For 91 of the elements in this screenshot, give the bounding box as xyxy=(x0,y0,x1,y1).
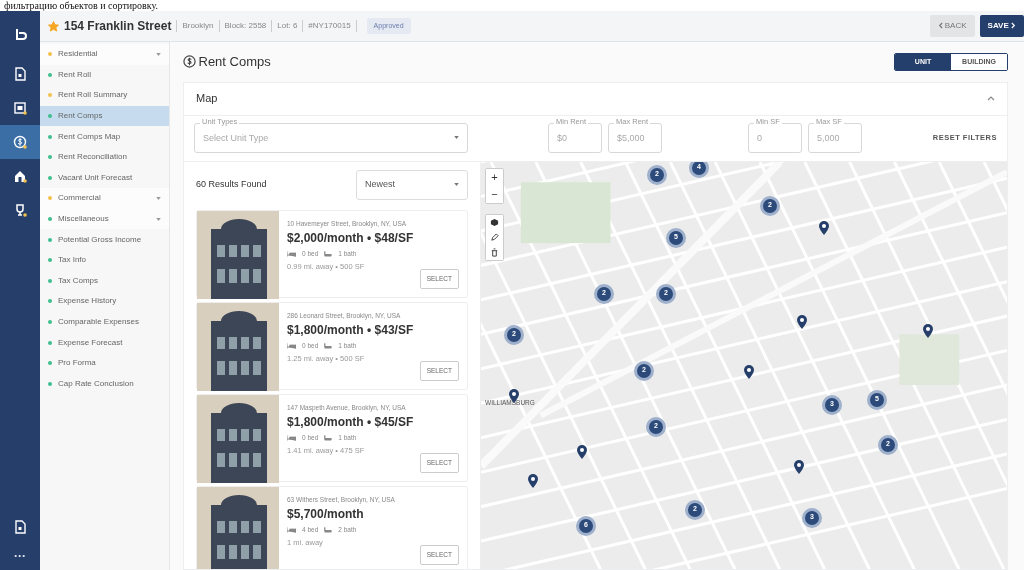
bed-icon xyxy=(287,435,296,442)
sidebar-label: Pro Forma xyxy=(58,357,96,370)
caption-text: фильтрацию объектов и сортировку. xyxy=(3,0,160,11)
bathtub-icon xyxy=(324,342,333,350)
save-button[interactable]: SAVE xyxy=(979,15,1024,37)
sidebar-label: Residential xyxy=(58,48,98,61)
listing-price: $5,700/month xyxy=(287,506,365,524)
sidebar-item[interactable]: Rent Roll xyxy=(40,64,169,86)
sidebar-item[interactable]: Rent Roll Summary xyxy=(40,85,169,106)
sidebar-label: Expense History xyxy=(58,295,117,308)
sidebar-label: Comparable Expenses xyxy=(58,316,139,328)
chevron-right-icon xyxy=(1011,22,1016,30)
map-pin-icon[interactable] xyxy=(819,220,829,235)
sidebar-item[interactable]: Expense Forecast xyxy=(40,332,169,353)
input-field[interactable]: $0 xyxy=(548,123,602,153)
input-field[interactable]: 5,000 xyxy=(808,123,862,153)
pencil-icon xyxy=(490,232,499,242)
bathtub-icon xyxy=(324,250,333,258)
panel-title: Map xyxy=(196,91,218,107)
caret-icon xyxy=(156,52,161,56)
sidebar-label: Expense Forecast xyxy=(58,336,123,349)
sidebar-item[interactable]: Vacant Unit Forecast xyxy=(40,167,169,189)
input-field[interactable]: 0 xyxy=(748,123,802,153)
property-detail: #NY170015 xyxy=(302,20,351,32)
map-pin-icon[interactable] xyxy=(528,473,538,488)
hexagon-icon xyxy=(490,217,499,227)
logo-icon xyxy=(13,27,27,41)
sidebar-section[interactable]: Residential xyxy=(40,44,169,65)
document-icon xyxy=(13,520,27,534)
rail-button[interactable] xyxy=(0,125,40,159)
trash-icon xyxy=(490,247,499,257)
map-pin-icon[interactable] xyxy=(797,314,807,329)
trophy-icon xyxy=(13,203,27,217)
more-button[interactable]: ··· xyxy=(6,550,34,562)
sidebar-label: Rent Reconciliation xyxy=(58,151,127,164)
results-count: 60 Results Found xyxy=(196,177,267,191)
map-pin-icon[interactable] xyxy=(744,364,754,379)
input-field[interactable]: $5,000 xyxy=(608,123,662,153)
map-pin-icon[interactable] xyxy=(923,323,933,338)
sidebar-label: Rent Roll Summary xyxy=(58,89,128,102)
sidebar-item[interactable]: Tax Comps xyxy=(40,270,169,292)
star-icon[interactable] xyxy=(48,20,59,32)
listing-price: $1,800/month • $45/SF xyxy=(287,414,415,432)
bed-icon xyxy=(287,343,296,350)
sidebar-item[interactable]: Rent Comps xyxy=(40,105,169,127)
listing-price: $2,000/month • $48/SF xyxy=(287,230,415,248)
property-detail: Brooklyn xyxy=(176,20,214,32)
sidebar-item[interactable]: Expense History xyxy=(40,291,169,312)
property-detail: Lot: 6 xyxy=(271,20,298,32)
chevron-left-icon xyxy=(937,22,943,30)
sidebar-label: Rent Comps xyxy=(58,110,103,123)
sidebar-item[interactable]: Cap Rate Conclusion xyxy=(40,373,169,395)
sidebar-label: Cap Rate Conclusion xyxy=(58,377,134,390)
sidebar-label: Tax Info xyxy=(58,254,86,267)
sidebar-item[interactable]: Comparable Expenses xyxy=(40,311,169,333)
caret-icon xyxy=(156,196,161,200)
bed-icon xyxy=(287,527,296,534)
map-pin-icon[interactable] xyxy=(577,444,587,459)
sidebar-label: Potential Gross Income xyxy=(58,233,142,246)
sidebar-label: Miscellaneous xyxy=(58,213,109,226)
property-title: 154 Franklin Street xyxy=(64,18,172,35)
dollar-icon xyxy=(183,55,196,69)
sidebar-item[interactable]: Pro Forma xyxy=(40,352,169,374)
sidebar-label: Rent Roll xyxy=(58,68,91,81)
back-button[interactable]: BACK xyxy=(929,15,975,37)
sidebar-item[interactable]: Rent Reconciliation xyxy=(40,146,169,168)
bathtub-icon xyxy=(324,526,333,534)
caret-icon xyxy=(454,136,459,139)
sidebar-label: Tax Comps xyxy=(58,274,98,287)
sidebar-label: Vacant Unit Forecast xyxy=(58,171,133,184)
page-title: Rent Comps xyxy=(198,53,271,71)
caret-icon xyxy=(156,217,161,221)
bed-icon xyxy=(287,251,296,258)
property-detail: Block: 2558 xyxy=(218,20,267,32)
sidebar-section[interactable]: Miscellaneous xyxy=(40,208,169,230)
sort-dropdown[interactable]: Newest xyxy=(356,169,468,200)
sidebar-label: Commercial xyxy=(58,192,101,205)
dollar-icon xyxy=(13,135,27,149)
sidebar-section[interactable]: Commercial xyxy=(40,188,169,209)
sidebar-item[interactable]: Potential Gross Income xyxy=(40,229,169,250)
caret-icon xyxy=(454,183,459,186)
screen-icon xyxy=(13,101,27,115)
listing-price: $1,800/month • $43/SF xyxy=(287,322,415,340)
chevron-up-icon[interactable] xyxy=(987,96,995,101)
document-icon xyxy=(13,67,27,81)
house-icon xyxy=(13,169,27,183)
sidebar-label: Rent Comps Map xyxy=(58,130,121,143)
sidebar-item[interactable]: Tax Info xyxy=(40,249,169,271)
bathtub-icon xyxy=(324,434,333,442)
sidebar-item[interactable]: Rent Comps Map xyxy=(40,126,169,147)
map-pin-icon[interactable] xyxy=(794,459,804,474)
